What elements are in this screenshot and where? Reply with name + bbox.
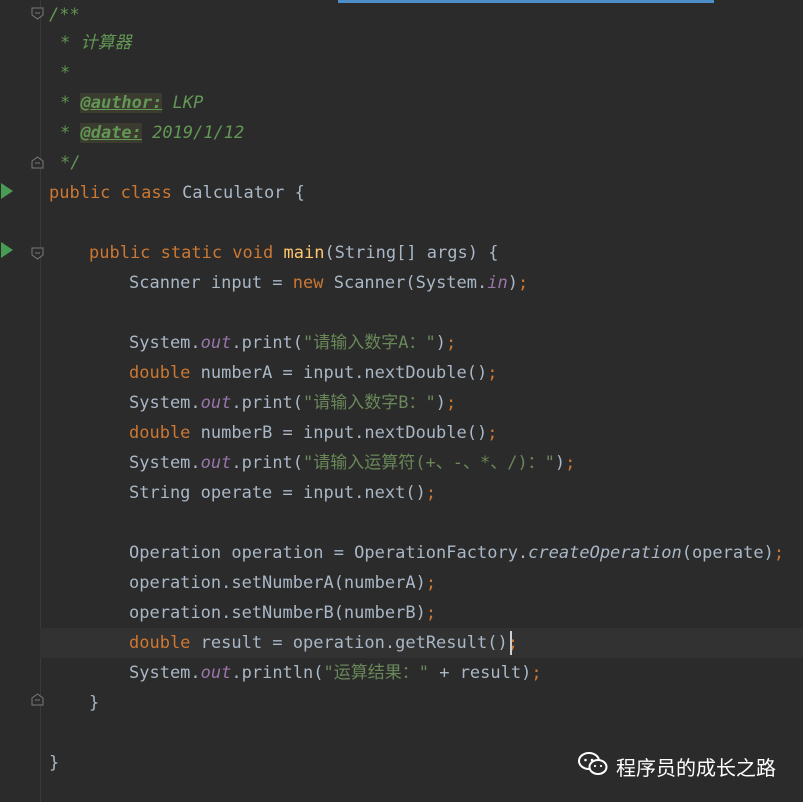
code-line: /** <box>49 0 80 30</box>
code-text: Scanner(System. <box>323 273 488 293</box>
semicolon: ; <box>487 423 498 443</box>
code-line: } <box>89 688 99 718</box>
code-line: } <box>49 748 59 778</box>
code-line: * <box>60 58 70 88</box>
code-line: * @date: 2019/1/12 <box>60 118 244 148</box>
semicolon: ; <box>517 273 529 293</box>
code-text: .print( <box>231 453 304 473</box>
semicolon: ; <box>425 573 437 593</box>
semicolon: ; <box>487 363 498 383</box>
code-text: String operate = input.next() <box>129 483 426 503</box>
code-line: operation.setNumberA(numberA); <box>129 568 436 598</box>
code-text: operation.setNumberB(numberB) <box>129 603 426 623</box>
code-line: Operation operation = OperationFactory.c… <box>129 538 784 568</box>
code-text: result = operation.getResult() <box>190 633 508 653</box>
code-text: System. <box>129 453 201 473</box>
text-caret <box>510 631 512 655</box>
code-text: + result) <box>428 663 532 683</box>
code-text: ) <box>435 393 446 413</box>
code-line: */ <box>60 148 80 178</box>
code-text: numberA = input.nextDouble() <box>190 363 488 383</box>
keyword: new <box>292 273 324 293</box>
doc-comment: */ <box>60 153 81 173</box>
string-literal: "请输入数字A：" <box>303 333 436 353</box>
doc-tag-author: @author: <box>80 93 163 113</box>
static-field: out <box>200 393 232 413</box>
code-text: Scanner input = <box>129 273 293 293</box>
run-main-icon[interactable] <box>1 242 13 258</box>
code-text: ) <box>507 273 518 293</box>
doc-comment: LKP <box>162 93 204 113</box>
code-text: ) <box>435 333 446 353</box>
keyword: double <box>129 633 191 653</box>
static-field: out <box>200 333 232 353</box>
class-name: Calculator { <box>171 183 305 203</box>
keyword: double <box>129 363 191 383</box>
doc-comment: * 计算器 <box>60 33 132 53</box>
string-literal: "请输入运算符(+、-、*、/)：" <box>303 453 555 473</box>
doc-comment: * <box>60 93 81 113</box>
code-text: System. <box>129 663 201 683</box>
semicolon: ; <box>425 603 437 623</box>
code-line: System.out.println("运算结果：" + result); <box>129 658 542 688</box>
watermark: 程序员的成长之路 <box>578 748 776 784</box>
static-field: out <box>200 453 232 473</box>
code-text: .print( <box>231 393 304 413</box>
code-line: System.out.print("请输入数字B："); <box>129 388 456 418</box>
doc-comment: /** <box>49 5 80 25</box>
doc-comment: * <box>60 123 81 143</box>
semicolon: ; <box>425 483 437 503</box>
code-text: .println( <box>231 663 324 683</box>
code-line: public static void main(String[] args) { <box>89 238 498 268</box>
semicolon: ; <box>773 543 785 563</box>
static-method: createOperation <box>528 543 682 563</box>
code-line: String operate = input.next(); <box>129 478 436 508</box>
wechat-icon <box>578 751 608 782</box>
static-field: in <box>487 273 508 293</box>
code-line: Scanner input = new Scanner(System.in); <box>129 268 528 298</box>
fold-end-icon[interactable] <box>31 156 44 169</box>
closing-brace: } <box>49 753 60 773</box>
keyword: public class <box>49 183 172 203</box>
code-text: numberB = input.nextDouble() <box>190 423 488 443</box>
code-text: operation.setNumberA(numberA) <box>129 573 426 593</box>
keyword: public static void <box>89 243 274 263</box>
string-literal: "请输入数字B：" <box>303 393 436 413</box>
code-text: Operation operation = OperationFactory. <box>129 543 529 563</box>
fold-collapse-icon[interactable] <box>31 247 44 260</box>
code-line: public class Calculator { <box>49 178 305 208</box>
code-line: * 计算器 <box>60 28 131 58</box>
static-field: out <box>200 663 232 683</box>
doc-tag-date: @date: <box>80 123 142 143</box>
code-line: * @author: LKP <box>60 88 203 118</box>
code-text: (String[] args) { <box>324 243 499 263</box>
semicolon: ; <box>446 333 457 353</box>
semicolon: ; <box>531 663 542 683</box>
active-tab-indicator <box>338 0 714 3</box>
code-text: System. <box>129 333 201 353</box>
semicolon: ; <box>446 393 457 413</box>
code-line: System.out.print("请输入运算符(+、-、*、/)："); <box>129 448 575 478</box>
code-text: (operate) <box>681 543 774 563</box>
code-line: operation.setNumberB(numberB); <box>129 598 436 628</box>
code-line: double numberB = input.nextDouble(); <box>129 418 497 448</box>
fold-end-icon[interactable] <box>31 693 44 706</box>
method-name: main <box>283 243 325 263</box>
editor-gutter <box>0 0 41 802</box>
code-text: ) <box>554 453 566 473</box>
closing-brace: } <box>89 693 100 713</box>
keyword: double <box>129 423 191 443</box>
fold-collapse-icon[interactable] <box>31 7 44 20</box>
code-text: System. <box>129 393 201 413</box>
string-literal: "运算结果：" <box>323 663 429 683</box>
doc-comment: * <box>60 63 71 83</box>
run-class-icon[interactable] <box>1 183 13 199</box>
watermark-text: 程序员的成长之路 <box>616 755 776 780</box>
code-line: System.out.print("请输入数字A："); <box>129 328 456 358</box>
semicolon: ; <box>565 453 576 473</box>
code-line-current: double result = operation.getResult(); <box>129 628 518 658</box>
code-text: .print( <box>231 333 304 353</box>
doc-comment: 2019/1/12 <box>141 123 245 143</box>
code-line: double numberA = input.nextDouble(); <box>129 358 497 388</box>
